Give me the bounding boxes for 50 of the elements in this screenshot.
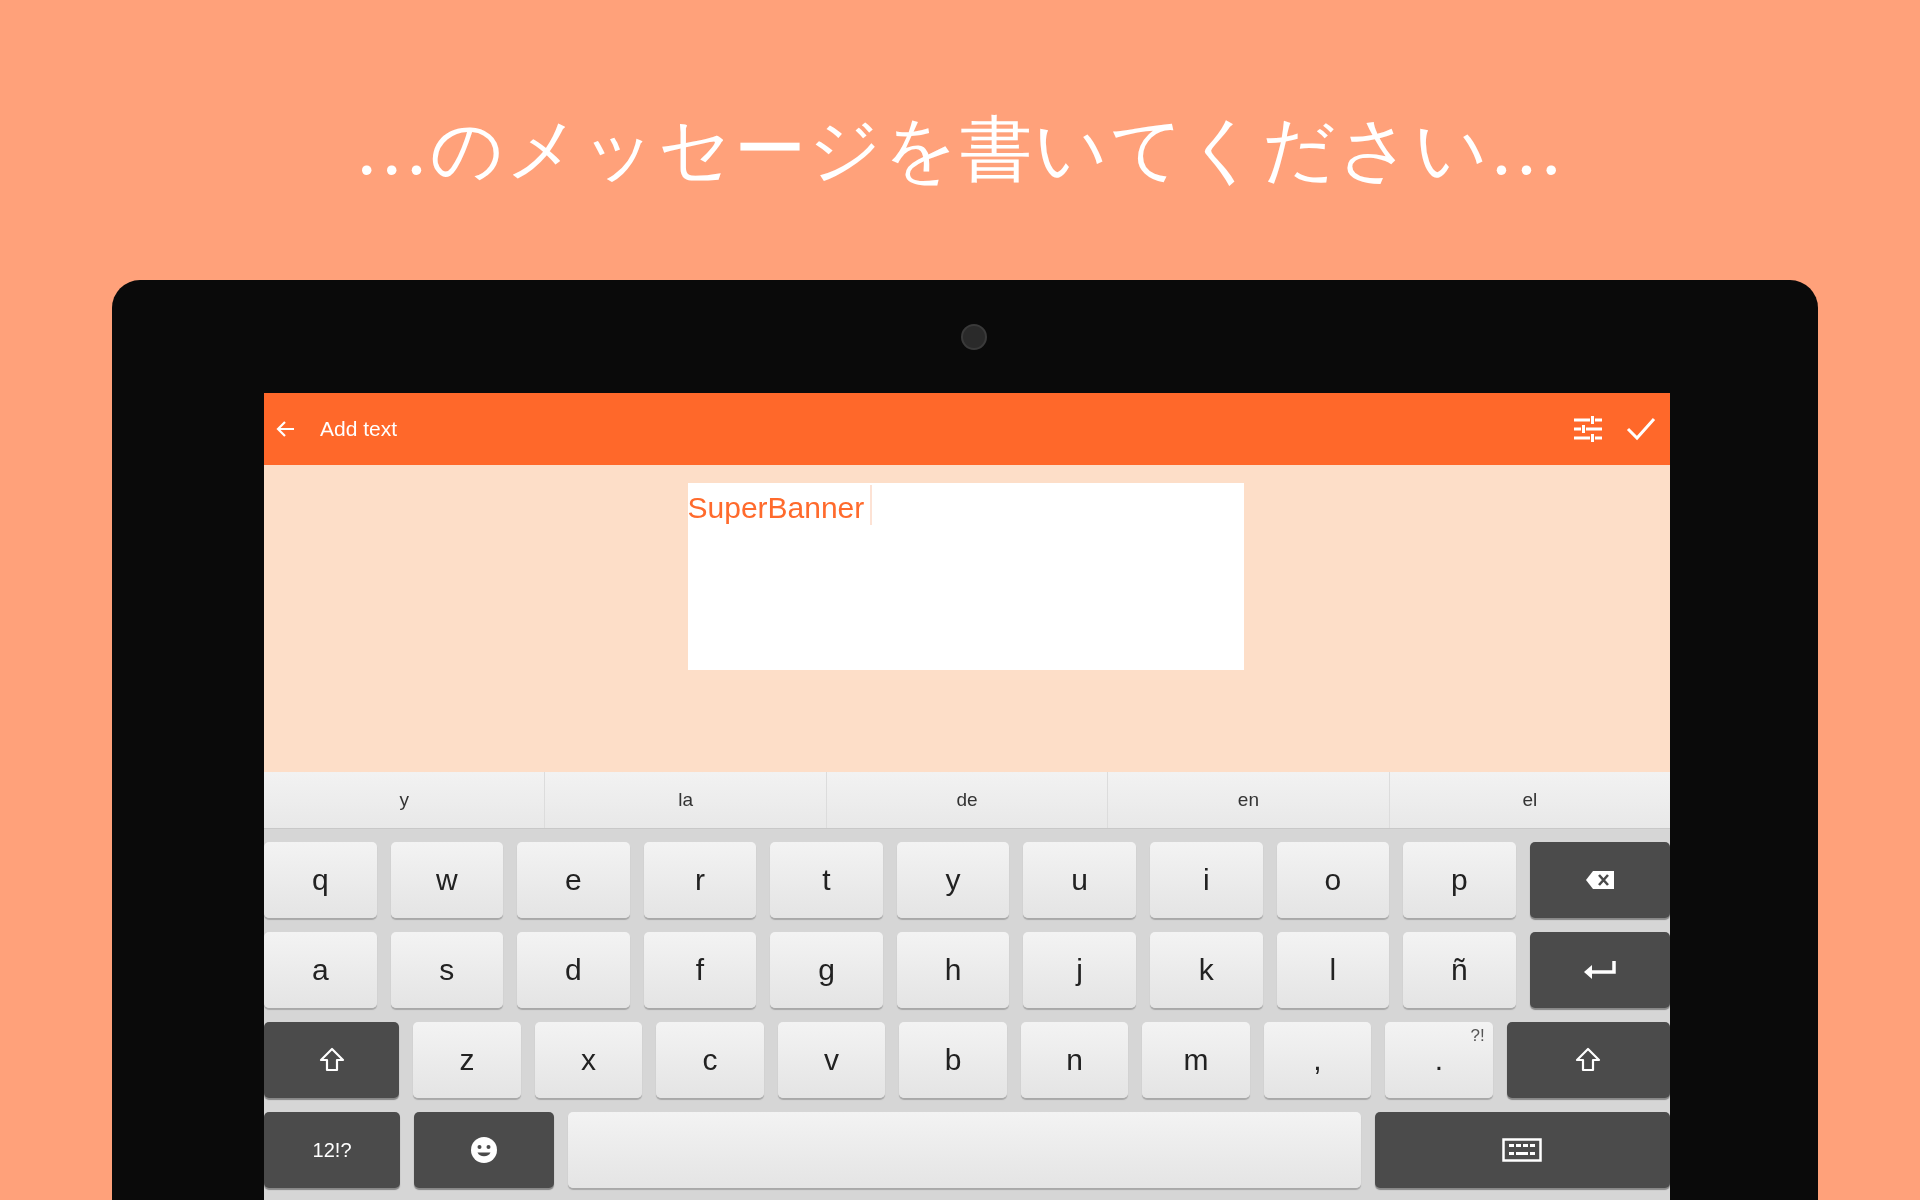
key[interactable]: q	[264, 842, 377, 918]
key[interactable]: c	[656, 1022, 764, 1098]
shift-icon	[1575, 1047, 1602, 1073]
key[interactable]: b	[899, 1022, 1007, 1098]
symbols-key[interactable]: 12!?	[264, 1112, 401, 1188]
keyboard-icon	[1502, 1138, 1543, 1162]
key[interactable]: ñ	[1403, 932, 1516, 1008]
suggestion-item[interactable]: y	[264, 772, 546, 828]
key[interactable]: s	[390, 932, 504, 1008]
backspace-icon	[1585, 871, 1614, 889]
key[interactable]: r	[643, 842, 757, 918]
key[interactable]: j	[1023, 932, 1136, 1008]
key[interactable]: w	[390, 842, 504, 918]
hide-keyboard-key[interactable]	[1374, 1112, 1670, 1188]
key-hint: ?!	[1470, 1026, 1485, 1046]
backspace-key[interactable]	[1529, 842, 1670, 918]
emoji-key[interactable]	[414, 1112, 555, 1188]
suggestion-item[interactable]: de	[826, 772, 1109, 828]
key[interactable]: . ?!	[1385, 1022, 1493, 1098]
key[interactable]: v	[777, 1022, 886, 1098]
enter-key[interactable]	[1529, 932, 1670, 1008]
key[interactable]: m	[1142, 1022, 1250, 1098]
key[interactable]: t	[770, 842, 883, 918]
camera-dot	[961, 324, 987, 350]
enter-icon	[1583, 961, 1616, 979]
app-bar-title: Add text	[320, 417, 398, 441]
suggestion-item[interactable]: la	[545, 772, 827, 828]
key[interactable]: d	[517, 932, 630, 1008]
key[interactable]: p	[1403, 842, 1516, 918]
key[interactable]: o	[1276, 842, 1390, 918]
key[interactable]: i	[1149, 842, 1263, 918]
key[interactable]: x	[534, 1022, 643, 1098]
suggestion-item[interactable]: el	[1389, 772, 1670, 828]
key[interactable]: a	[264, 932, 377, 1008]
key[interactable]: z	[413, 1022, 521, 1098]
key[interactable]: y	[896, 842, 1010, 918]
key[interactable]: l	[1276, 932, 1390, 1008]
smiley-icon	[470, 1136, 499, 1164]
shift-icon	[318, 1047, 345, 1073]
key[interactable]: f	[643, 932, 757, 1008]
key[interactable]: n	[1020, 1022, 1129, 1098]
key[interactable]: e	[517, 842, 630, 918]
key[interactable]: ,	[1263, 1022, 1372, 1098]
key[interactable]: u	[1023, 842, 1136, 918]
shift-key[interactable]	[264, 1022, 400, 1098]
suggestion-item[interactable]: en	[1108, 772, 1390, 828]
key[interactable]: h	[896, 932, 1010, 1008]
key[interactable]: k	[1149, 932, 1263, 1008]
headline: ...のメッセージを書いてください...	[355, 106, 1565, 193]
key[interactable]: g	[770, 932, 883, 1008]
